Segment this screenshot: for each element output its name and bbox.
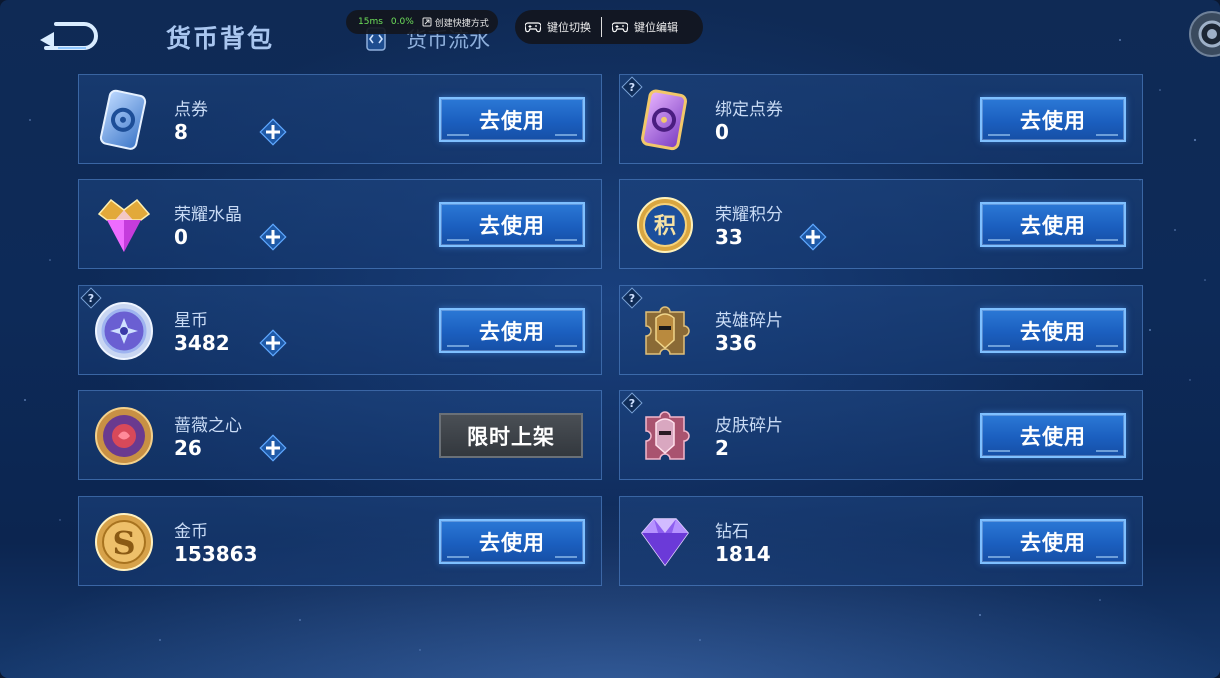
help-button[interactable]: ? [79, 286, 103, 310]
use-button[interactable]: 去使用 [980, 97, 1126, 142]
currency-name: 星币 [174, 311, 208, 331]
add-currency-button[interactable] [258, 328, 288, 358]
svg-text:?: ? [88, 292, 94, 305]
currency-amount: 26 [174, 436, 202, 460]
key-edit-label: 键位编辑 [634, 21, 678, 34]
use-button[interactable]: 去使用 [439, 202, 585, 247]
add-currency-button[interactable] [798, 222, 828, 252]
use-button[interactable]: 去使用 [980, 519, 1126, 564]
diamond-icon [632, 509, 698, 575]
currency-name: 荣耀积分 [715, 205, 783, 225]
gear-icon [1189, 11, 1220, 57]
currency-name: 钻石 [715, 522, 749, 542]
create-shortcut-button[interactable]: 创建快捷方式 [422, 16, 489, 29]
glory-crystal-icon [91, 192, 157, 258]
rose-heart-icon [91, 403, 157, 469]
glory-points-icon: 积 [632, 192, 698, 258]
game-screen: 货币背包 货币流水 15ms 0.0% 创建快捷方式 键位切换 键位编辑 点券 … [0, 0, 1220, 678]
add-currency-button[interactable] [258, 433, 288, 463]
gold-coin-icon: S [91, 509, 157, 575]
currency-name: 蔷薇之心 [174, 416, 242, 436]
plus-icon [259, 223, 287, 251]
voucher-card-icon [91, 87, 157, 153]
performance-overlay: 15ms 0.0% 创建快捷方式 [346, 10, 498, 34]
currency-name: 绑定点券 [715, 100, 783, 120]
currency-name: 点券 [174, 100, 208, 120]
currency-name: 金币 [174, 522, 208, 542]
currency-amount: 3482 [174, 331, 230, 355]
currency-card: 钻石 1814 去使用 [619, 496, 1143, 586]
svg-text:积: 积 [654, 214, 676, 239]
loss-readout: 0.0% [390, 17, 414, 27]
add-currency-button[interactable] [258, 222, 288, 252]
currency-card: ? 星币 3482 去使用 [78, 285, 602, 375]
help-icon: ? [621, 392, 643, 414]
key-switch-button[interactable]: 键位切换 [515, 19, 601, 35]
currency-card: 积 荣耀积分 33 去使用 [619, 179, 1143, 269]
limited-time-label: 限时上架 [439, 413, 583, 458]
currency-card: 蔷薇之心 26 限时上架 [78, 390, 602, 480]
settings-button[interactable] [1188, 10, 1220, 58]
svg-text:?: ? [629, 397, 635, 410]
svg-text:S: S [112, 524, 135, 562]
help-button[interactable]: ? [620, 286, 644, 310]
use-button[interactable]: 去使用 [439, 97, 585, 142]
gamepad-icon [525, 22, 541, 33]
plus-icon [259, 434, 287, 462]
svg-text:?: ? [629, 81, 635, 94]
currency-card: ? 英雄碎片 336 去使用 [619, 285, 1143, 375]
page-title: 货币背包 [166, 24, 275, 53]
shortcut-icon [422, 17, 432, 27]
use-button[interactable]: 去使用 [439, 519, 585, 564]
keymap-overlay: 键位切换 键位编辑 [515, 10, 703, 44]
currency-amount: 8 [174, 120, 188, 144]
plus-icon [259, 118, 287, 146]
gamepad-icon [612, 22, 628, 33]
currency-card: 点券 8 去使用 [78, 74, 602, 164]
currency-amount: 0 [715, 120, 729, 144]
plus-icon [259, 329, 287, 357]
latency-readout: 15ms [358, 17, 383, 27]
key-switch-label: 键位切换 [547, 21, 591, 34]
currency-amount: 2 [715, 436, 729, 460]
currency-name: 荣耀水晶 [174, 205, 242, 225]
use-button[interactable]: 去使用 [980, 413, 1126, 458]
currency-amount: 33 [715, 225, 743, 249]
currency-card: S 金币 153863 去使用 [78, 496, 602, 586]
help-button[interactable]: ? [620, 75, 644, 99]
currency-name: 皮肤碎片 [715, 416, 783, 436]
use-button[interactable]: 去使用 [980, 202, 1126, 247]
back-button[interactable] [36, 16, 102, 56]
currency-card: ? 皮肤碎片 2 去使用 [619, 390, 1143, 480]
use-button[interactable]: 去使用 [980, 308, 1126, 353]
currency-name: 英雄碎片 [715, 311, 783, 331]
add-currency-button[interactable] [258, 117, 288, 147]
create-shortcut-label: 创建快捷方式 [434, 18, 489, 29]
back-arrow-icon [40, 22, 98, 50]
help-icon: ? [621, 287, 643, 309]
currency-card: 荣耀水晶 0 去使用 [78, 179, 602, 269]
currency-amount: 153863 [174, 542, 258, 566]
currency-card: ? 绑定点券 0 去使用 [619, 74, 1143, 164]
use-button[interactable]: 去使用 [439, 308, 585, 353]
plus-icon [799, 223, 827, 251]
key-edit-button[interactable]: 键位编辑 [602, 19, 688, 35]
currency-amount: 336 [715, 331, 757, 355]
svg-text:?: ? [629, 292, 635, 305]
help-button[interactable]: ? [620, 391, 644, 415]
help-icon: ? [621, 76, 643, 98]
currency-amount: 0 [174, 225, 188, 249]
help-icon: ? [80, 287, 102, 309]
currency-amount: 1814 [715, 542, 771, 566]
